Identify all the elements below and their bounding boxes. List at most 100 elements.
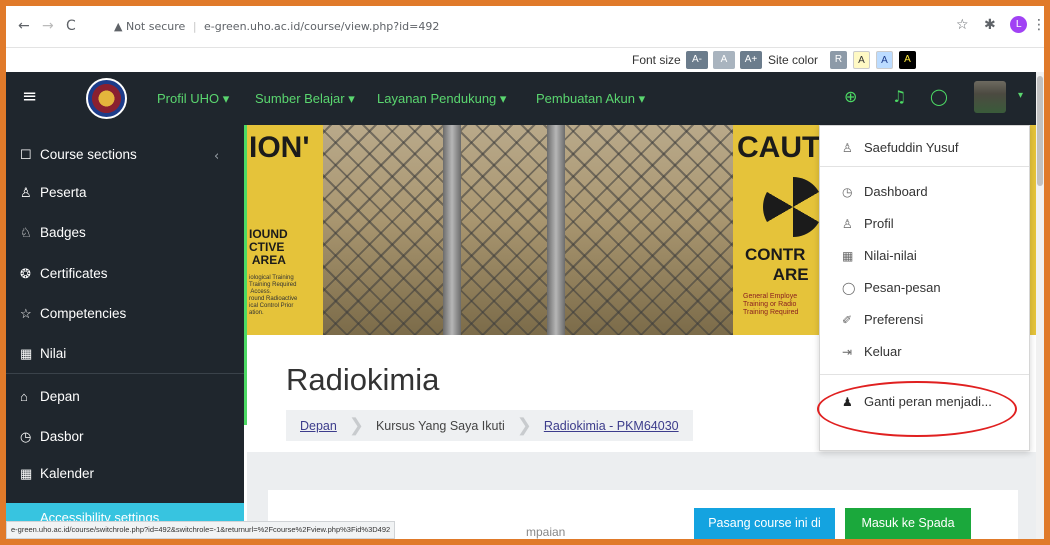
grades-icon: ▦	[842, 249, 854, 263]
user-avatar[interactable]	[974, 81, 1006, 113]
top-navbar: ≡ Profil UHO ▾ Sumber Belajar ▾ Layanan …	[6, 72, 1044, 125]
dropdown-item-pesan[interactable]: ◯ Pesan-pesan	[842, 280, 941, 295]
collapse-chevron-icon[interactable]: ‹	[214, 149, 219, 164]
dropdown-user-name[interactable]: ♙ Saefuddin Yusuf	[842, 140, 958, 155]
sidebar-item-nilai[interactable]: ▦ Nilai	[20, 343, 66, 365]
dropdown-item-label: Pesan-pesan	[864, 280, 941, 295]
user-icon: ♙	[842, 217, 853, 231]
browser-profile-avatar[interactable]: L	[1010, 16, 1027, 33]
breadcrumb-separator-icon: ❯	[348, 415, 364, 435]
dashboard-icon: ◷	[842, 185, 853, 199]
sidebar-item-peserta[interactable]: ♙ Peserta	[20, 182, 87, 204]
forward-icon[interactable]: →	[42, 19, 54, 33]
breadcrumb-separator-icon: ❯	[516, 415, 532, 435]
course-sidebar: ☐ Course sections ‹ ♙ Peserta ♘ Badges ❂ Cer…	[6, 125, 247, 539]
user-menu-caret-icon[interactable]: ▾	[1018, 90, 1023, 101]
sidebar-item-depan[interactable]: ⌂ Depan	[20, 386, 80, 408]
back-icon[interactable]: ←	[18, 19, 30, 33]
sidebar-item-label: Competencies	[40, 306, 127, 321]
user-icon: ♙	[842, 141, 853, 155]
dropdown-item-label: Profil	[864, 216, 894, 231]
browser-status-bar: e-green.uho.ac.id/course/switchrole.php?…	[6, 521, 396, 539]
masuk-spada-button[interactable]: Masuk ke Spada	[845, 508, 971, 539]
sidebar-divider	[6, 373, 244, 374]
sidebar-item-kalender[interactable]: ▦ Kalender	[20, 463, 94, 485]
browser-window: ← → C ▲ Not secure | e-green.uho.ac.id/c…	[6, 6, 1044, 539]
page-title: Radiokimia	[286, 362, 440, 397]
bookmark-star-icon[interactable]: ☆	[956, 18, 969, 32]
font-increase-button[interactable]: A+	[740, 51, 762, 69]
color-yellow-button[interactable]: A	[853, 51, 870, 69]
sign-out-icon: ⇥	[842, 345, 853, 359]
sidebar-item-label: Badges	[40, 225, 86, 240]
hamburger-icon[interactable]: ≡	[22, 86, 37, 108]
fence-post	[443, 125, 461, 335]
dropdown-item-profil[interactable]: ♙ Profil	[842, 216, 894, 231]
certificate-icon: ❂	[20, 266, 31, 281]
font-decrease-button[interactable]: A-	[686, 51, 708, 69]
breadcrumb-depan[interactable]: Depan	[300, 419, 337, 433]
sidebar-item-badges[interactable]: ♘ Badges	[20, 222, 86, 244]
dropdown-item-preferensi[interactable]: ✐ Preferensi	[842, 312, 923, 327]
university-logo[interactable]	[86, 78, 127, 119]
sign-text: CONTR ARE	[745, 245, 809, 284]
sidebar-item-label: Certificates	[40, 266, 108, 281]
color-blue-button[interactable]: A	[876, 51, 893, 69]
badge-icon: ♘	[20, 225, 32, 240]
sign-text: IOUND CTIVE AREA	[249, 227, 288, 267]
sidebar-item-label: Dasbor	[40, 429, 84, 444]
sidebar-item-course-sections[interactable]: ☐ Course sections	[20, 144, 137, 166]
dropdown-item-keluar[interactable]: ⇥ Keluar	[842, 344, 902, 359]
nav-profil-uho[interactable]: Profil UHO ▾	[157, 91, 229, 107]
sign-text: iological Training Training Required Acc…	[249, 275, 298, 316]
dropdown-item-nilai[interactable]: ▦ Nilai-nilai	[842, 248, 917, 263]
reload-icon[interactable]: C	[66, 19, 76, 33]
pasang-course-button[interactable]: Pasang course ini di Spada	[694, 508, 835, 539]
nav-pembuatan-akun[interactable]: Pembuatan Akun ▾	[536, 91, 645, 107]
sign-text: General Employe Training or Radio Traini…	[743, 293, 799, 316]
nav-layanan-pendukung[interactable]: Layanan Pendukung ▾	[377, 91, 506, 107]
grades-icon: ▦	[20, 346, 33, 361]
users-icon: ♙	[20, 185, 32, 200]
bell-icon[interactable]: ♫	[892, 88, 906, 106]
font-reset-button[interactable]: A	[713, 51, 735, 69]
sidebar-item-dasbor[interactable]: ◷ Dasbor	[20, 426, 84, 448]
dropdown-item-dashboard[interactable]: ◷ Dashboard	[842, 184, 928, 199]
accessibility-toolbar: Font size A- A A+ Site color R A A A	[6, 48, 1044, 72]
fence-post	[547, 125, 565, 335]
browser-toolbar: ← → C ▲ Not secure | e-green.uho.ac.id/c…	[6, 6, 1044, 48]
color-black-button[interactable]: A	[899, 51, 916, 69]
browser-menu-icon[interactable]: ⋮	[1032, 18, 1044, 32]
partially-hidden-text: mpaian	[526, 525, 566, 539]
dropdown-item-label: Preferensi	[864, 312, 924, 327]
sections-icon: ☐	[20, 147, 32, 162]
color-reset-button[interactable]: R	[830, 51, 847, 69]
scrollbar-thumb[interactable]	[1037, 76, 1043, 186]
sidebar-item-label: Depan	[40, 389, 80, 404]
warning-icon: ▲	[114, 20, 123, 33]
sidebar-item-label: Kalender	[40, 466, 95, 481]
font-size-label: Font size	[632, 53, 681, 67]
nav-sumber-belajar[interactable]: Sumber Belajar ▾	[255, 91, 355, 107]
message-icon: ◯	[842, 281, 856, 295]
sidebar-item-label: Peserta	[40, 185, 87, 200]
sidebar-item-competencies[interactable]: ☆ Competencies	[20, 303, 126, 325]
message-icon[interactable]: ◯	[930, 88, 948, 106]
calendar-icon: ▦	[20, 466, 33, 481]
sidebar-item-certificates[interactable]: ❂ Certificates	[20, 263, 108, 285]
dropdown-item-label: Keluar	[864, 344, 902, 359]
address-bar[interactable]: ▲ Not secure | e-green.uho.ac.id/course/…	[114, 16, 439, 38]
dropdown-divider	[820, 374, 1029, 375]
radiation-trefoil-icon	[763, 177, 823, 237]
breadcrumb-radiokimia[interactable]: Radiokimia - PKM64030	[544, 419, 679, 433]
site-color-label: Site color	[768, 53, 819, 67]
chain-link-fence	[323, 125, 733, 335]
extensions-icon[interactable]: ✱	[984, 18, 996, 32]
dropdown-divider	[820, 166, 1029, 167]
globe-icon[interactable]: ⊕	[844, 88, 857, 106]
sign-text: CAUT	[737, 131, 821, 164]
caution-sign-left: ION' IOUND CTIVE AREA iological Training…	[247, 125, 323, 335]
star-icon: ☆	[20, 306, 32, 321]
dashboard-icon: ◷	[20, 429, 32, 444]
sidebar-item-label: Nilai	[40, 346, 67, 361]
